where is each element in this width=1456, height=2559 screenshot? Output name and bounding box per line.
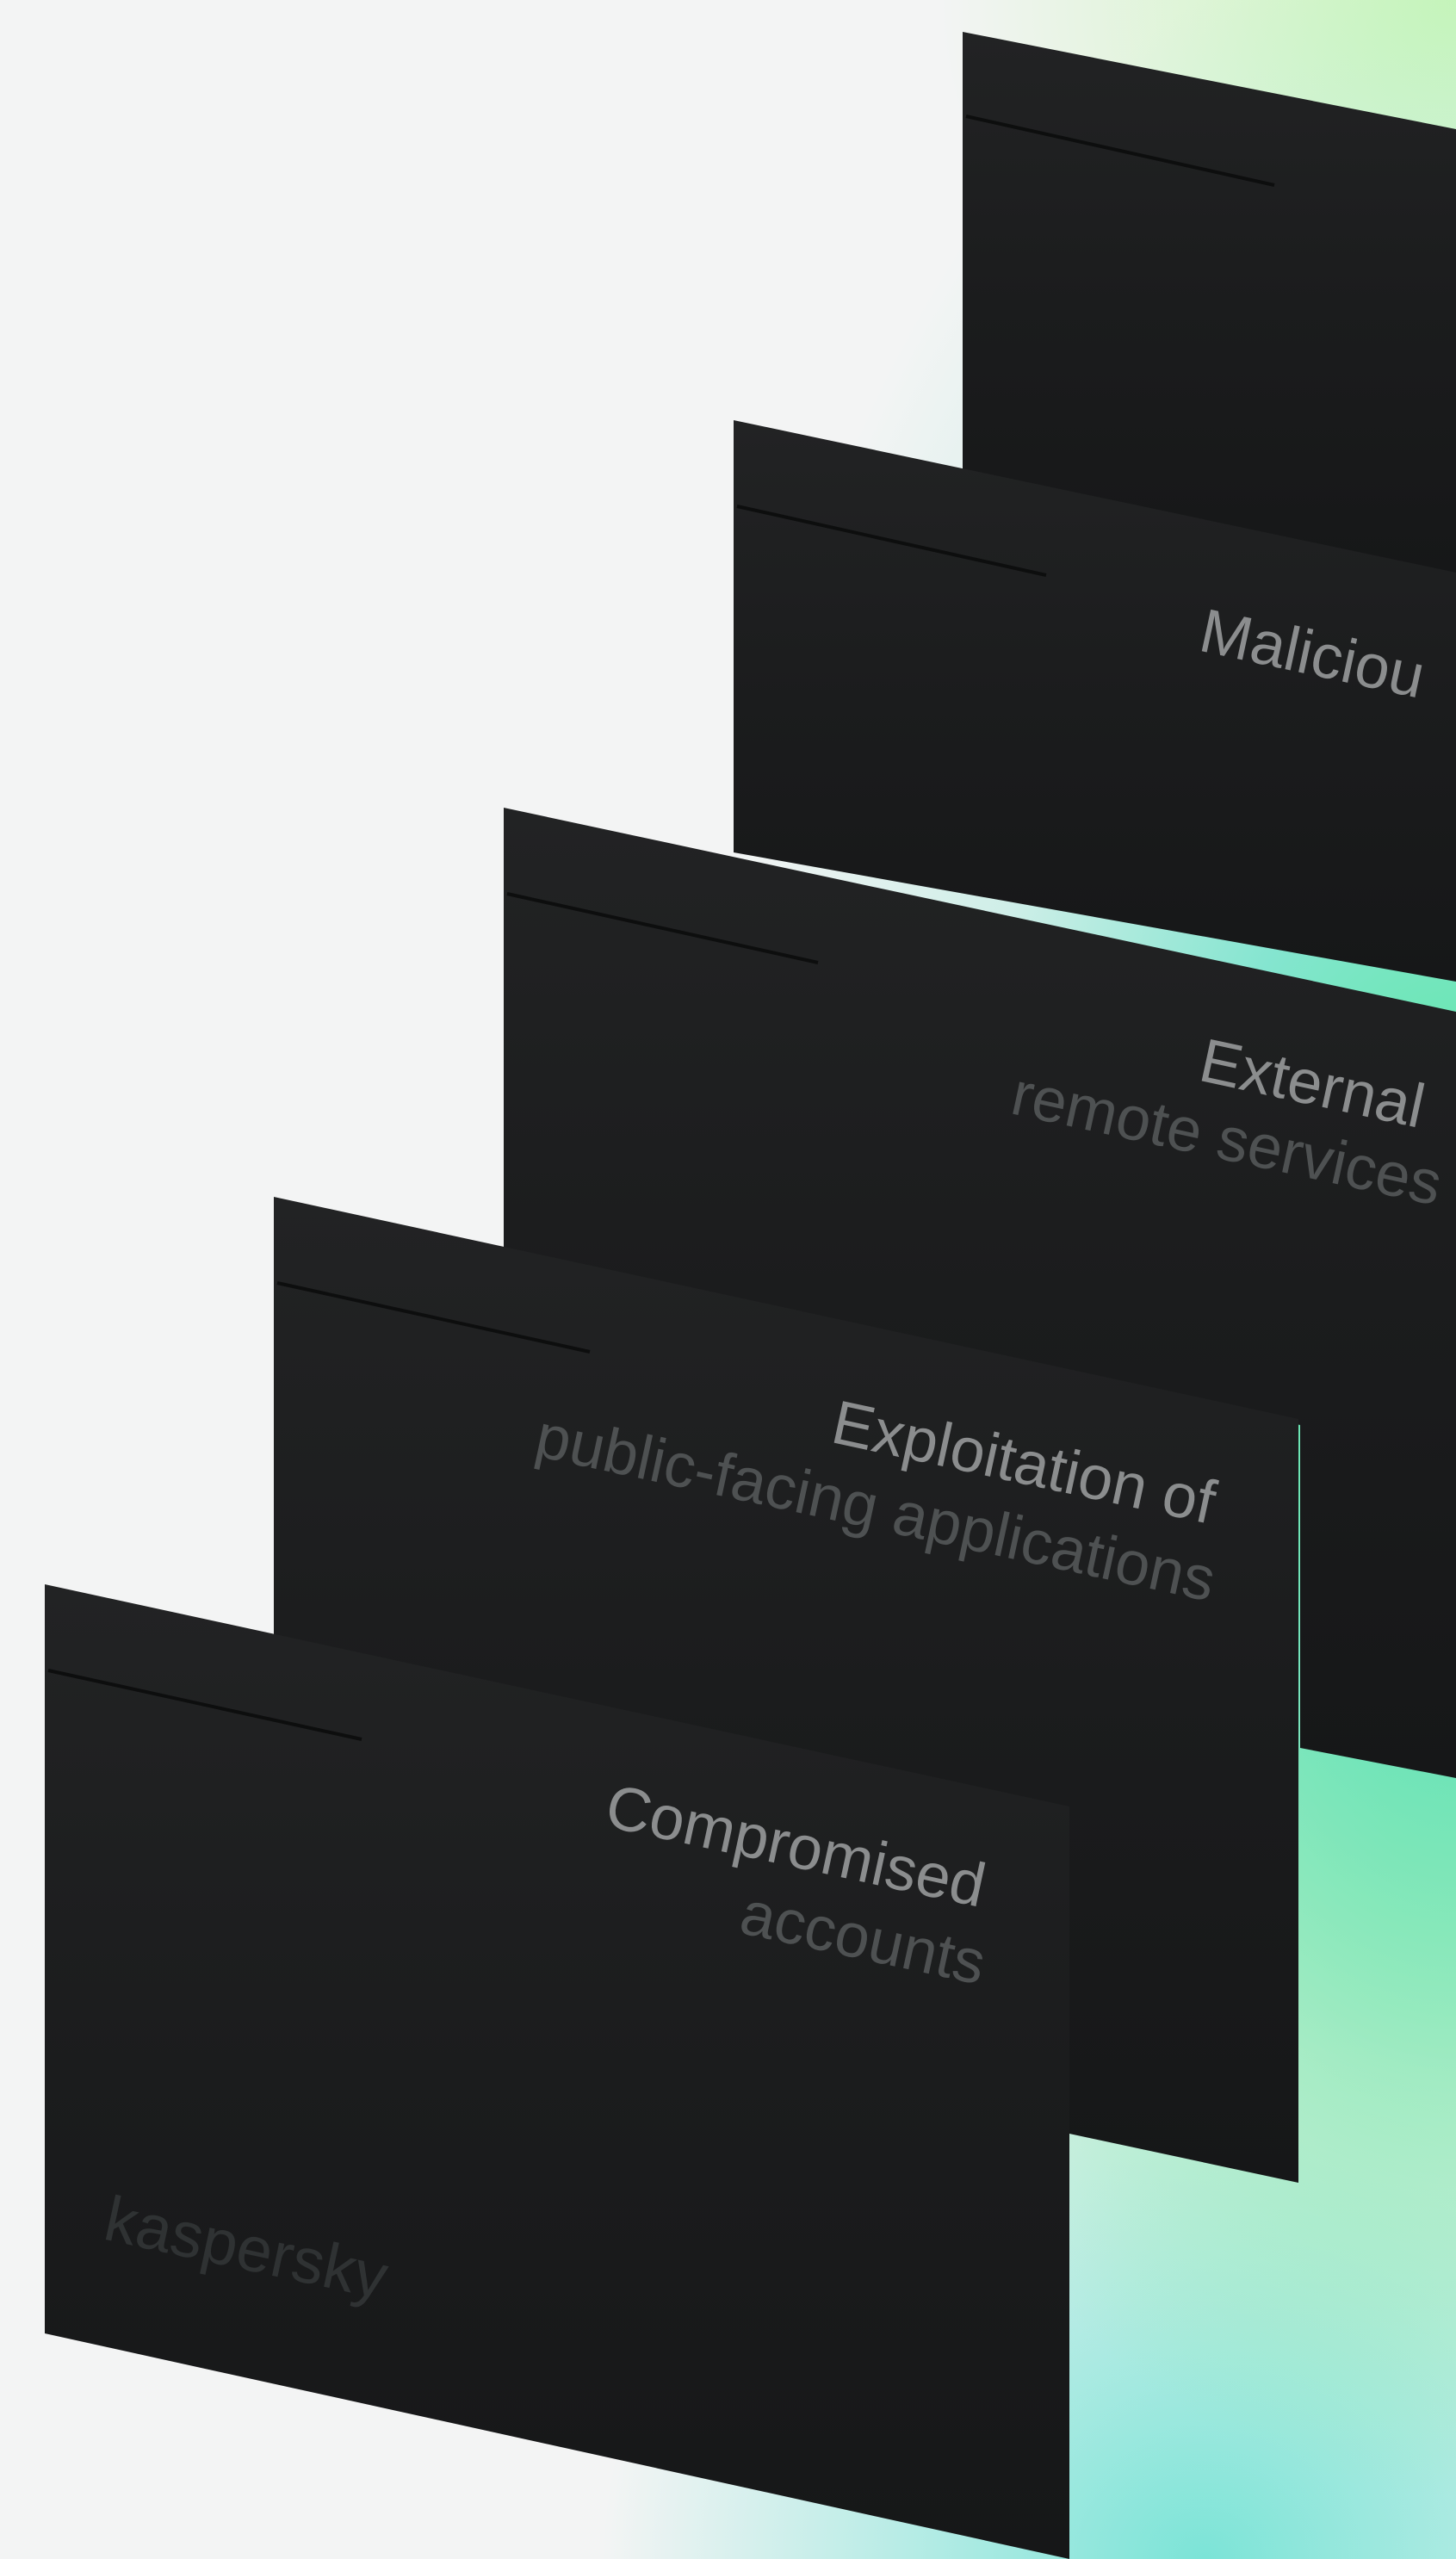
stacked-cards: Maliciou External remote services Exploi…: [45, 32, 1456, 2559]
